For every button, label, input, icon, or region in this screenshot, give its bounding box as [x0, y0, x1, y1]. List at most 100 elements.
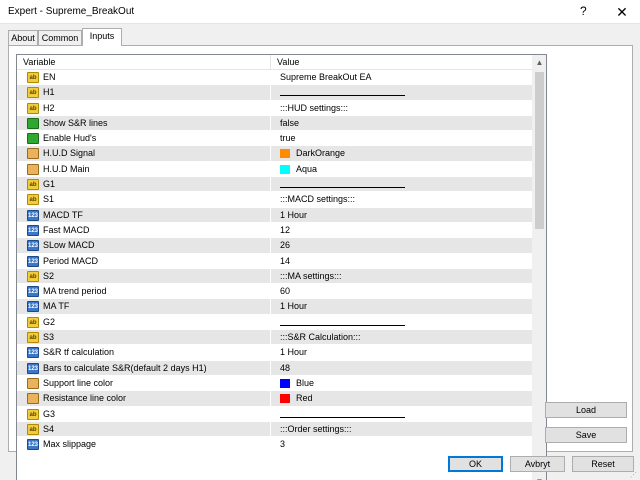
- variable-cell: 123 MACD TF: [17, 207, 271, 223]
- value-cell[interactable]: :::MA settings:::: [271, 269, 532, 284]
- variable-cell: 123 MA TF: [17, 299, 271, 315]
- table-row[interactable]: 123 Bars to calculate S&R(default 2 days …: [17, 360, 532, 376]
- table-row[interactable]: 123 MACD TF 1 Hour: [17, 207, 532, 223]
- value-cell[interactable]: [271, 315, 532, 330]
- table-row[interactable]: H.U.D Main Aqua: [17, 161, 532, 178]
- text-type-icon: ab: [27, 102, 39, 114]
- value-cell[interactable]: 1 Hour: [271, 299, 532, 314]
- table-row[interactable]: ab EN Supreme BreakOut EA: [17, 70, 532, 86]
- help-button[interactable]: ?: [580, 4, 587, 18]
- tab-common[interactable]: Common: [38, 30, 82, 46]
- variable-cell: ab G2: [17, 314, 271, 330]
- value-cell[interactable]: Blue: [271, 376, 532, 391]
- value-cell[interactable]: false: [271, 116, 532, 131]
- table-row[interactable]: ab H2:::HUD settings:::: [17, 100, 532, 116]
- save-button[interactable]: Save: [545, 427, 627, 443]
- variable-value: 3: [280, 439, 286, 450]
- resize-grip-icon[interactable]: ⋰: [630, 472, 638, 480]
- variable-name: MA trend period: [43, 286, 107, 297]
- table-row[interactable]: Enable Hud's true: [17, 131, 532, 147]
- scroll-up-icon[interactable]: ▲: [532, 55, 546, 70]
- table-row[interactable]: ab G2: [17, 314, 532, 331]
- cancel-button[interactable]: Avbryt: [510, 456, 565, 472]
- grid-header: Variable Value: [17, 55, 532, 70]
- table-row[interactable]: 123 SLow MACD 26: [17, 238, 532, 254]
- variable-value: Blue: [296, 377, 315, 388]
- value-cell[interactable]: Red: [271, 391, 532, 406]
- table-row[interactable]: 123 Fast MACD 12: [17, 222, 532, 239]
- variable-name: Support line color: [43, 377, 114, 388]
- value-cell[interactable]: [271, 85, 532, 100]
- column-header-variable[interactable]: Variable: [17, 55, 271, 70]
- variable-name: S3: [43, 332, 55, 343]
- variable-cell: Support line color: [17, 375, 271, 391]
- variable-value: :::MA settings:::: [280, 270, 342, 281]
- value-cell[interactable]: 1 Hour: [271, 208, 532, 223]
- table-row[interactable]: 123 Max slippage 3: [17, 437, 532, 453]
- variable-name: G1: [43, 179, 56, 190]
- variable-cell: ab EN: [17, 70, 271, 85]
- table-row[interactable]: ab S4:::Order settings:::: [17, 421, 532, 438]
- table-row[interactable]: ab G3: [17, 406, 532, 422]
- variable-cell: 123 S&R tf calculation: [17, 345, 271, 361]
- number-type-icon: 123: [27, 301, 39, 313]
- variable-cell: H.U.D Signal: [17, 146, 271, 162]
- color-type-icon: [27, 148, 39, 160]
- value-cell[interactable]: DarkOrange: [271, 146, 532, 161]
- table-row[interactable]: ab S1:::MACD settings:::: [17, 192, 532, 208]
- variable-cell: 123 Fast MACD: [17, 222, 271, 238]
- variable-name: Fast MACD: [43, 224, 90, 235]
- value-cell[interactable]: :::MACD settings:::: [271, 192, 532, 207]
- value-cell[interactable]: [271, 177, 532, 192]
- table-row[interactable]: 123 S&R tf calculation 1 Hour: [17, 345, 532, 361]
- table-row[interactable]: ab S2:::MA settings:::: [17, 268, 532, 285]
- table-row[interactable]: Show S&R lines false: [17, 115, 532, 132]
- value-cell[interactable]: 1 Hour: [271, 345, 532, 360]
- variable-name: Resistance line color: [43, 393, 127, 404]
- tab-about[interactable]: About: [8, 30, 38, 46]
- table-row[interactable]: ab G1: [17, 177, 532, 193]
- table-row[interactable]: ab H1: [17, 85, 532, 101]
- column-header-value[interactable]: Value: [271, 55, 532, 70]
- text-type-icon: ab: [27, 332, 39, 344]
- value-cell[interactable]: Supreme BreakOut EA: [271, 70, 532, 85]
- value-cell[interactable]: [271, 407, 532, 422]
- table-row[interactable]: 123 MA TF 1 Hour: [17, 299, 532, 315]
- variable-cell: Resistance line color: [17, 391, 271, 407]
- ok-button[interactable]: OK: [448, 456, 503, 472]
- table-row[interactable]: 123 MA trend period 60: [17, 284, 532, 300]
- variable-name: H.U.D Signal: [43, 148, 96, 159]
- variable-value: true: [280, 133, 296, 144]
- table-row[interactable]: H.U.D Signal DarkOrange: [17, 146, 532, 162]
- variable-value: 1 Hour: [280, 209, 308, 220]
- value-cell[interactable]: 60: [271, 284, 532, 299]
- value-cell[interactable]: :::Order settings:::: [271, 422, 532, 437]
- table-row[interactable]: Resistance line color Red: [17, 391, 532, 407]
- value-cell[interactable]: 14: [271, 254, 532, 269]
- text-type-icon: ab: [27, 87, 39, 99]
- value-cell[interactable]: 26: [271, 238, 532, 253]
- value-cell[interactable]: :::S&R Calculation:::: [271, 330, 532, 345]
- table-row[interactable]: 123 Period MACD 14: [17, 253, 532, 269]
- value-cell[interactable]: 3: [271, 437, 532, 452]
- table-row[interactable]: ab S3:::S&R Calculation:::: [17, 330, 532, 346]
- value-cell[interactable]: 12: [271, 223, 532, 238]
- variable-cell: 123 Period MACD: [17, 253, 271, 269]
- close-button[interactable]: ✕: [604, 0, 640, 24]
- value-cell[interactable]: true: [271, 131, 532, 146]
- variable-name: H2: [43, 102, 55, 113]
- scroll-thumb[interactable]: [535, 72, 544, 229]
- variable-cell: ab G1: [17, 177, 271, 193]
- variable-value: 1 Hour: [280, 347, 308, 358]
- table-row[interactable]: Support line color Blue: [17, 375, 532, 392]
- reset-button[interactable]: Reset: [572, 456, 634, 472]
- value-cell[interactable]: :::HUD settings:::: [271, 101, 532, 116]
- load-button[interactable]: Load: [545, 402, 627, 418]
- value-cell[interactable]: Aqua: [271, 162, 532, 177]
- tab-inputs[interactable]: Inputs: [82, 28, 122, 46]
- variable-name: S&R tf calculation: [43, 347, 115, 358]
- variable-cell: ab S2: [17, 268, 271, 284]
- variable-cell: ab S4: [17, 421, 271, 437]
- scroll-down-icon[interactable]: ▼: [532, 474, 546, 480]
- value-cell[interactable]: 48: [271, 361, 532, 376]
